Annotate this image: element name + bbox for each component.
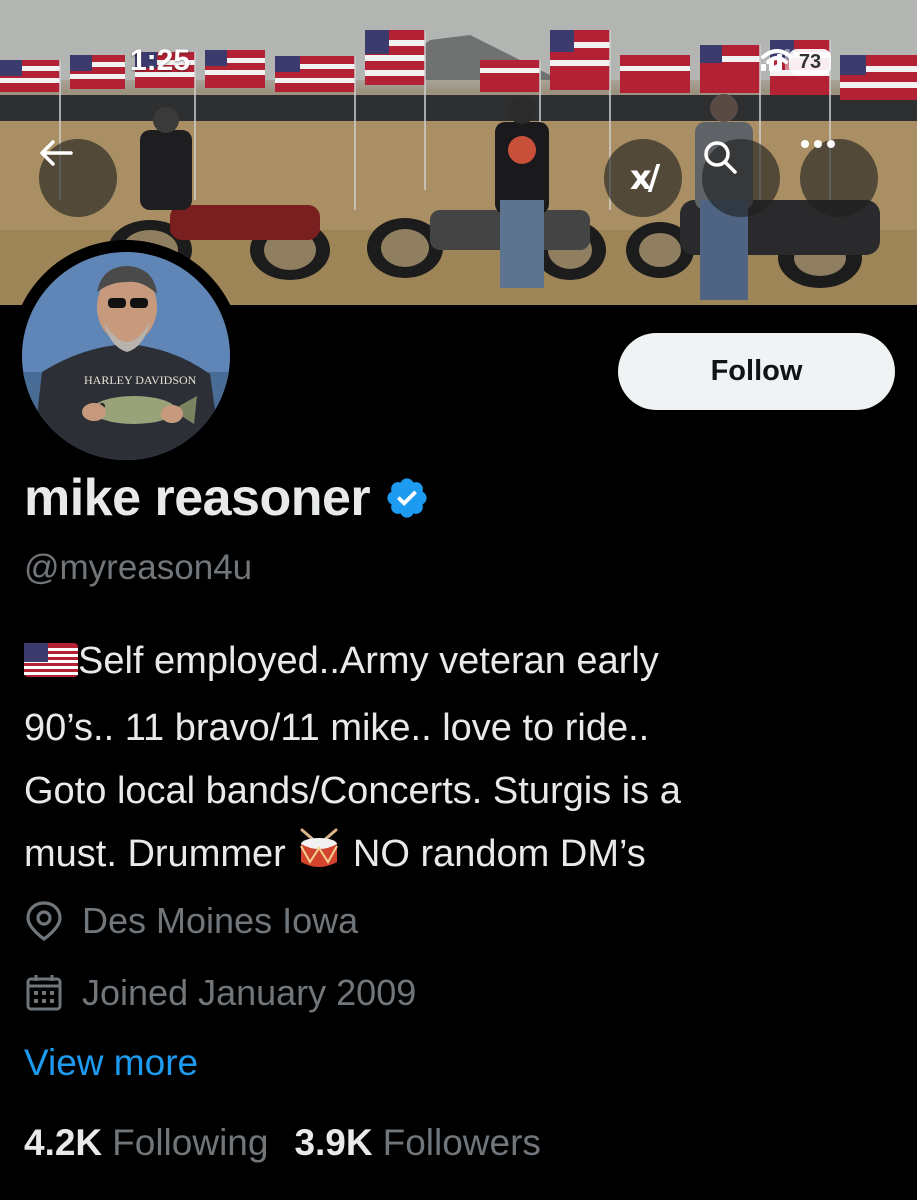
- avatar-photo: HARLEY DAVIDSON: [22, 252, 230, 460]
- following-link[interactable]: 4.2K Following: [24, 1122, 294, 1164]
- followers-label: Followers: [382, 1122, 541, 1163]
- bio-line-4: must. Drummer NO random DM’s: [24, 823, 904, 890]
- location-text: Des Moines Iowa: [82, 900, 359, 941]
- followers-link[interactable]: 3.9K Followers: [294, 1122, 566, 1164]
- location-row: Des Moines Iowa: [24, 900, 358, 942]
- bio-text-4b: NO random DM’s: [352, 833, 646, 875]
- calendar-icon: [24, 973, 64, 1013]
- bio-text-3: Goto local bands/Concerts. Sturgis is a: [24, 770, 681, 812]
- profile-bio: Self employed..Army veteran early 90’s..…: [24, 630, 904, 890]
- verified-badge-icon[interactable]: [384, 475, 430, 526]
- grok-icon: x/: [629, 158, 660, 198]
- follow-button[interactable]: Follow: [618, 333, 895, 410]
- bio-text-2: 90’s.. 11 bravo/11 mike.. love to ride..: [24, 707, 650, 749]
- followers-count: 3.9K: [294, 1122, 373, 1163]
- status-icons: 73: [761, 49, 831, 75]
- joined-row: Joined January 2009: [24, 972, 416, 1014]
- following-count: 4.2K: [24, 1122, 103, 1163]
- view-more-link[interactable]: View more: [24, 1042, 198, 1084]
- bio-line-1: Self employed..Army veteran early: [24, 630, 904, 697]
- back-button[interactable]: [39, 139, 117, 217]
- us-flag-icon: [24, 634, 78, 697]
- more-options-button[interactable]: [800, 139, 878, 217]
- svg-text:HARLEY DAVIDSON: HARLEY DAVIDSON: [84, 373, 197, 387]
- battery-indicator: 73: [789, 49, 831, 75]
- grok-button[interactable]: x/: [604, 139, 682, 217]
- arrow-left-icon: [40, 140, 73, 166]
- user-handle: @myreason4u: [24, 548, 253, 587]
- search-button[interactable]: [702, 139, 780, 217]
- follow-stats: 4.2K Following 3.9K Followers: [24, 1122, 567, 1164]
- status-time: 1:25: [130, 44, 191, 77]
- search-icon: [704, 141, 737, 174]
- name-row: mike reasoner: [24, 468, 430, 528]
- location-pin-icon: [24, 900, 64, 942]
- display-name: mike reasoner: [24, 469, 371, 527]
- bio-text-1: Self employed..Army veteran early: [78, 640, 659, 682]
- joined-text: Joined January 2009: [82, 972, 417, 1013]
- profile-avatar[interactable]: HARLEY DAVIDSON: [10, 240, 242, 472]
- drum-icon: [296, 827, 342, 890]
- bio-text-4a: must. Drummer: [24, 833, 286, 875]
- more-icon: [801, 140, 835, 148]
- following-label: Following: [112, 1122, 269, 1163]
